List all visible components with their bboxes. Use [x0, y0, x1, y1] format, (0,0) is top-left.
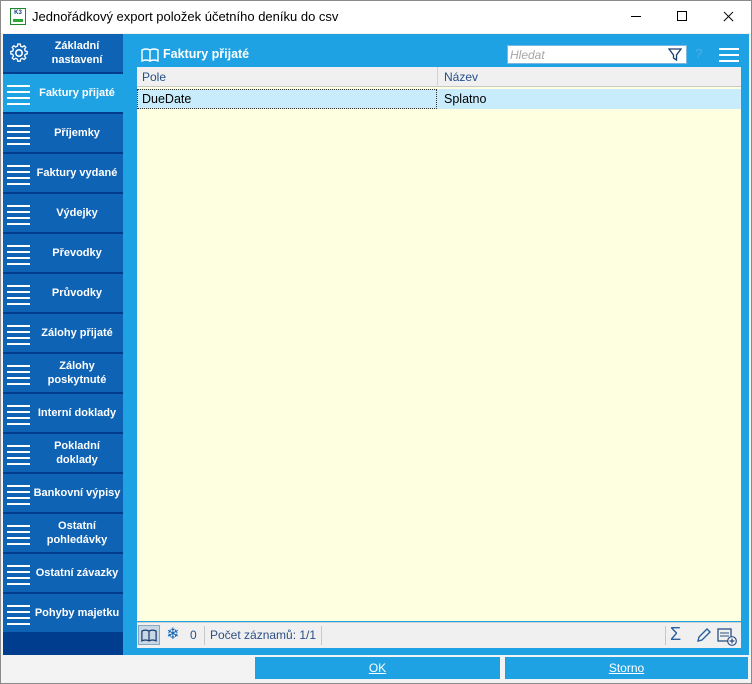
sidebar-item-label: Výdejky	[56, 207, 98, 219]
filter-icon[interactable]	[668, 47, 682, 62]
sidebar-item-label: Bankovní výpisy	[33, 487, 121, 499]
status-divider	[665, 626, 666, 645]
window-title: Jednořádkový export položek účetního den…	[32, 9, 339, 24]
panel-header: Faktury přijaté ?	[137, 43, 741, 67]
list-icon	[7, 202, 31, 225]
sidebar-item-faktury-vydane[interactable]: Faktury vydané	[3, 154, 123, 192]
sidebar-item-interni-doklady[interactable]: Interní doklady	[3, 394, 123, 432]
close-button[interactable]	[705, 1, 751, 33]
title-bar: K3 Jednořádkový export položek účetního …	[1, 1, 751, 33]
list-icon	[7, 322, 31, 345]
book-icon	[141, 48, 159, 62]
sidebar-item-zalohy-prijate[interactable]: Zálohy přijaté	[3, 314, 123, 352]
list-icon	[7, 282, 31, 305]
sidebar-item-label: Průvodky	[51, 287, 103, 299]
sidebar: Základní nastavení Faktury přijaté Příje…	[3, 34, 123, 655]
grid-header: Pole Název	[137, 67, 741, 87]
list-icon	[7, 402, 31, 425]
sidebar-item-zakladni-nastaveni[interactable]: Základní nastavení	[3, 34, 123, 72]
sidebar-item-pohyby-majetku[interactable]: Pohyby majetku	[3, 594, 123, 632]
sidebar-item-label: Ostatní pohledávky	[46, 520, 108, 546]
sidebar-item-pruvodky[interactable]: Průvodky	[3, 274, 123, 312]
search-box[interactable]	[507, 45, 687, 64]
status-divider	[204, 626, 205, 645]
cell-nazev[interactable]: Splatno	[439, 89, 739, 109]
list-icon	[7, 82, 31, 105]
list-icon	[7, 442, 31, 465]
app-logo-icon: K3	[10, 8, 26, 25]
list-icon	[7, 162, 31, 185]
list-icon	[7, 562, 31, 585]
column-divider[interactable]	[437, 67, 438, 87]
sidebar-item-label: Interní doklady	[37, 407, 117, 419]
sidebar-item-label: Základní nastavení	[51, 40, 103, 66]
sidebar-item-vydejky[interactable]: Výdejky	[3, 194, 123, 232]
book-view-toggle[interactable]	[138, 625, 160, 645]
sidebar-item-bankovni-vypisy[interactable]: Bankovní výpisy	[3, 474, 123, 512]
sidebar-item-label: Faktury vydané	[36, 167, 118, 179]
sum-icon[interactable]: Σ	[670, 624, 681, 645]
list-icon	[7, 482, 31, 505]
list-icon	[7, 522, 31, 545]
list-icon	[7, 122, 31, 145]
list-icon	[7, 362, 31, 385]
sidebar-item-label: Zálohy poskytnuté	[47, 360, 107, 386]
add-record-icon[interactable]	[717, 626, 737, 646]
sidebar-item-label: Zálohy přijaté	[41, 327, 113, 339]
record-count: Počet záznamů: 1/1	[210, 628, 317, 642]
ok-button[interactable]: OK	[255, 657, 500, 679]
sidebar-item-pokladni-doklady[interactable]: Pokladní doklady	[3, 434, 123, 472]
sidebar-item-label: Ostatní závazky	[35, 567, 119, 579]
sidebar-item-faktury-prijate[interactable]: Faktury přijaté	[3, 74, 123, 112]
edit-icon[interactable]	[695, 626, 713, 644]
help-icon[interactable]: ?	[695, 46, 711, 62]
column-header-pole[interactable]: Pole	[142, 70, 166, 84]
sidebar-item-ostatni-pohledavky[interactable]: Ostatní pohledávky	[3, 514, 123, 552]
selected-count: 0	[190, 628, 197, 642]
sidebar-item-label: Pohyby majetku	[34, 607, 120, 619]
panel-title: Faktury přijaté	[163, 47, 250, 61]
snowflake-icon[interactable]: ❄	[164, 626, 182, 644]
sidebar-item-prijemky[interactable]: Příjemky	[3, 114, 123, 152]
sidebar-item-label: Příjemky	[54, 127, 100, 139]
sidebar-item-label: Převodky	[52, 247, 102, 259]
grid-body[interactable]: DueDate Splatno	[137, 87, 741, 621]
status-bar: ❄ 0 Počet záznamů: 1/1 Σ	[137, 622, 741, 648]
book-icon	[141, 629, 157, 642]
table-row[interactable]: DueDate Splatno	[137, 89, 741, 109]
cell-pole[interactable]: DueDate	[137, 89, 437, 109]
sidebar-item-zalohy-poskytnute[interactable]: Zálohy poskytnuté	[3, 354, 123, 392]
search-input[interactable]	[510, 47, 660, 62]
dialog-footer: OK Storno	[1, 655, 751, 683]
gear-icon	[10, 43, 28, 62]
maximize-button[interactable]	[659, 1, 705, 33]
dialog-window: K3 Jednořádkový export položek účetního …	[0, 0, 752, 684]
menu-icon[interactable]	[719, 48, 739, 62]
status-divider	[321, 626, 322, 645]
minimize-button[interactable]	[613, 1, 659, 33]
sidebar-item-label: Faktury přijaté	[39, 87, 115, 99]
list-icon	[7, 242, 31, 265]
sidebar-item-label: Pokladní doklady	[54, 440, 100, 466]
column-header-nazev[interactable]: Název	[444, 70, 478, 84]
list-icon	[7, 602, 31, 625]
sidebar-item-ostatni-zavazky[interactable]: Ostatní závazky	[3, 554, 123, 592]
storno-button[interactable]: Storno	[505, 657, 748, 679]
sidebar-item-prevodky[interactable]: Převodky	[3, 234, 123, 272]
